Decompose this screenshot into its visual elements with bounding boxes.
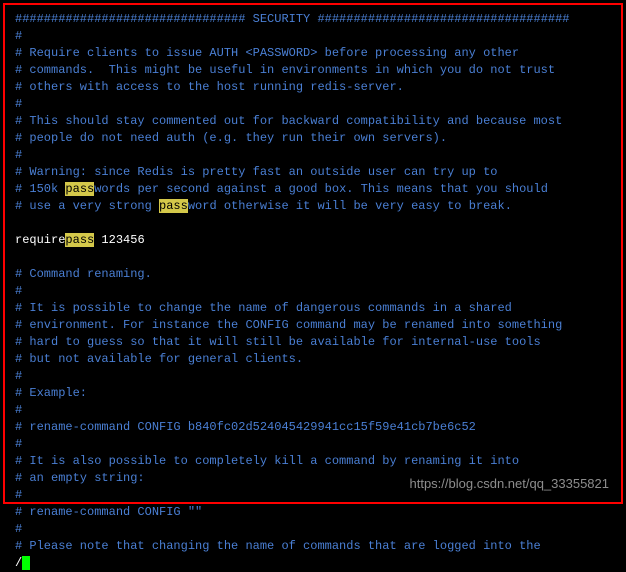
comment-line: # 150k passwords per second against a go… <box>15 181 611 198</box>
comment-line: # commands. This might be useful in envi… <box>15 62 611 79</box>
comment-line: # It is also possible to completely kill… <box>15 453 611 470</box>
comment-line: # <box>15 96 611 113</box>
search-highlight: pass <box>65 182 94 196</box>
comment-line: # Warning: since Redis is pretty fast an… <box>15 164 611 181</box>
comment-line: # but not available for general clients. <box>15 351 611 368</box>
header-title: SECURITY <box>245 12 317 26</box>
blank-line <box>15 215 611 232</box>
comment-line: # others with access to the host running… <box>15 79 611 96</box>
require-keyword: require <box>15 233 65 247</box>
comment-line: # <box>15 283 611 300</box>
comment-line: # <box>15 521 611 538</box>
search-highlight: pass <box>65 233 94 247</box>
comment-line: # It is possible to change the name of d… <box>15 300 611 317</box>
comment-line: # environment. For instance the CONFIG c… <box>15 317 611 334</box>
comment-line: # Example: <box>15 385 611 402</box>
comment-line: # <box>15 487 611 504</box>
search-prefix: / <box>15 556 22 570</box>
comment-line: # Please note that changing the name of … <box>15 538 611 555</box>
hash-right: ################################### <box>317 12 569 26</box>
blank-line <box>15 249 611 266</box>
text-part: # use a very strong <box>15 199 159 213</box>
cursor-icon <box>22 556 30 570</box>
search-command-line[interactable]: / <box>15 555 611 572</box>
comment-line: # hard to guess so that it will still be… <box>15 334 611 351</box>
text-part: word otherwise it will be very easy to b… <box>188 199 512 213</box>
comment-line: # <box>15 368 611 385</box>
security-header: ################################ SECURIT… <box>15 11 611 28</box>
comment-line: # This should stay commented out for bac… <box>15 113 611 130</box>
comment-line: # use a very strong password otherwise i… <box>15 198 611 215</box>
comment-line: # rename-command CONFIG b840fc02d5240454… <box>15 419 611 436</box>
comment-line: # an empty string: <box>15 470 611 487</box>
comment-line: # <box>15 147 611 164</box>
comment-line: # <box>15 436 611 453</box>
search-highlight: pass <box>159 199 188 213</box>
text-part: # 150k <box>15 182 65 196</box>
password-value: 123456 <box>94 233 144 247</box>
requirepass-setting[interactable]: requirepass 123456 <box>15 232 611 249</box>
text-part: words per second against a good box. Thi… <box>94 182 548 196</box>
hash-left: ################################ <box>15 12 245 26</box>
comment-line: # <box>15 402 611 419</box>
comment-line: # Command renaming. <box>15 266 611 283</box>
blank-comment: # <box>15 28 611 45</box>
comment-line: # Require clients to issue AUTH <PASSWOR… <box>15 45 611 62</box>
comment-line: # people do not need auth (e.g. they run… <box>15 130 611 147</box>
terminal-frame: ################################ SECURIT… <box>3 3 623 504</box>
